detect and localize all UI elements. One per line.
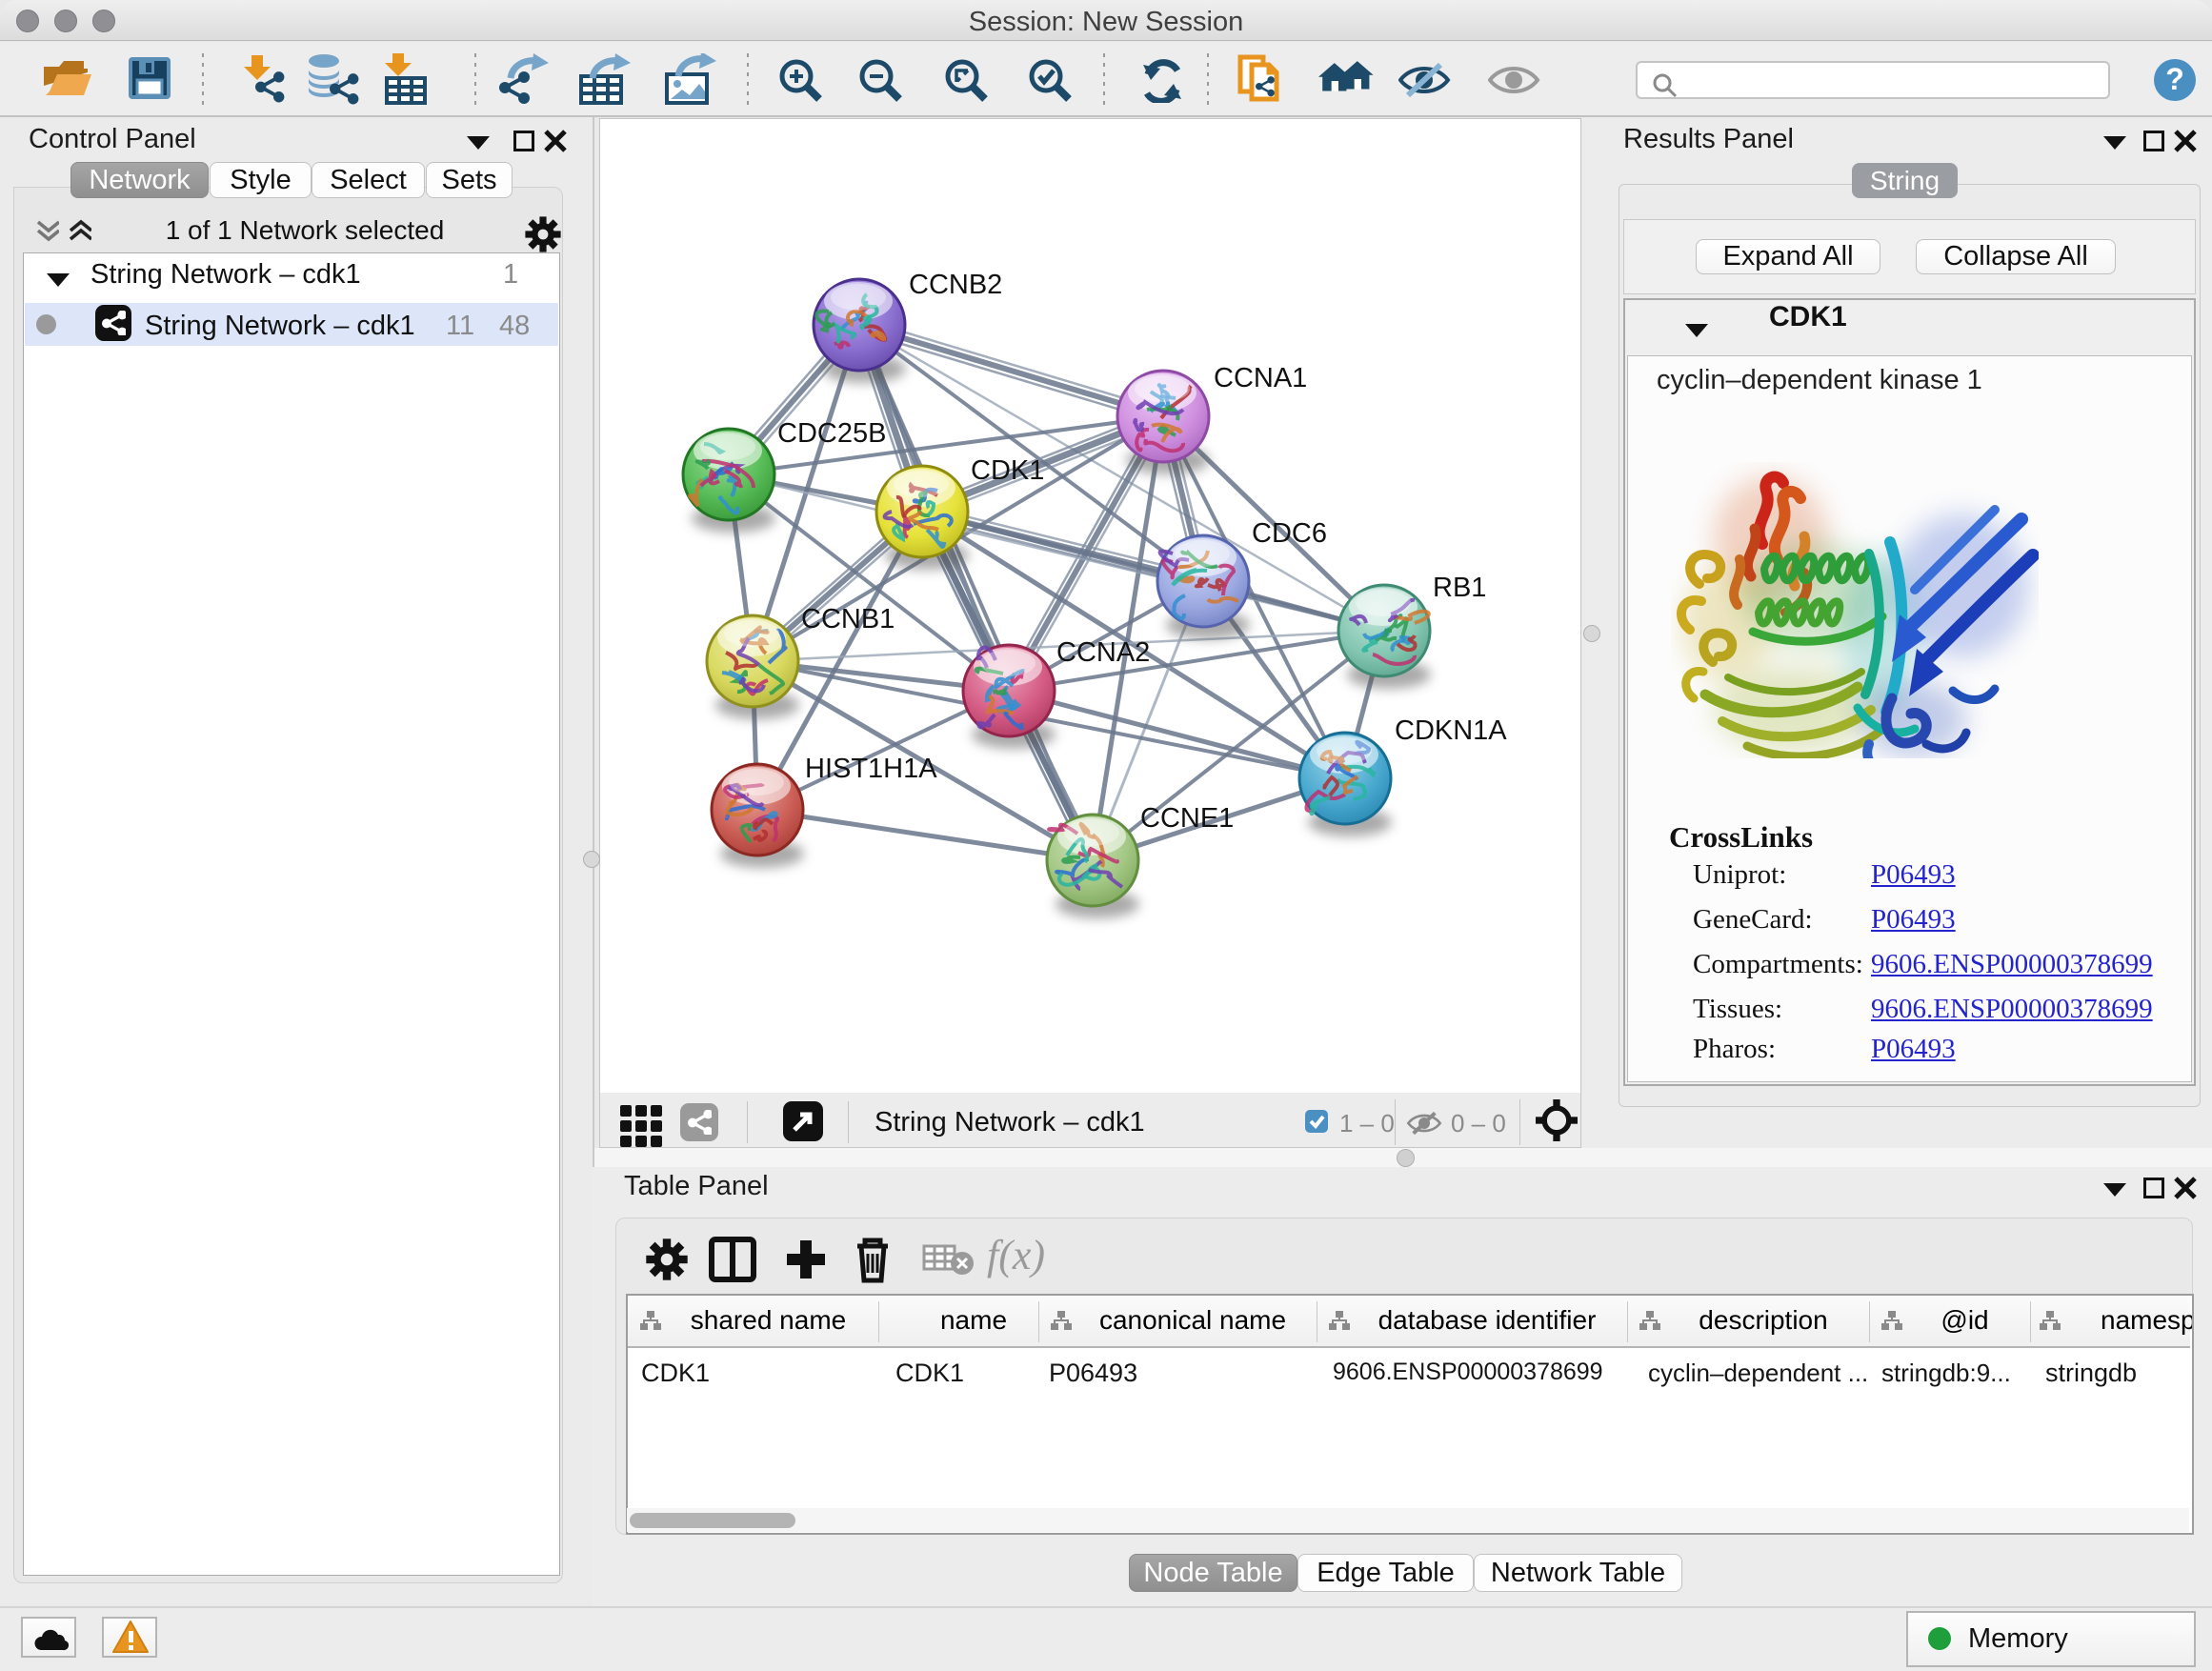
svg-text:CDKN1A: CDKN1A xyxy=(1395,715,1507,746)
svg-text:CCNA2: CCNA2 xyxy=(1056,637,1150,668)
svg-text:CCNB1: CCNB1 xyxy=(801,604,895,634)
svg-text:CCNE1: CCNE1 xyxy=(1140,803,1234,834)
svg-text:CCNA1: CCNA1 xyxy=(1214,363,1307,393)
svg-text:HIST1H1A: HIST1H1A xyxy=(805,754,937,784)
svg-text:CDC25B: CDC25B xyxy=(777,418,886,449)
svg-text:CDC6: CDC6 xyxy=(1252,518,1327,549)
svg-text:CDK1: CDK1 xyxy=(971,455,1044,486)
svg-text:CCNB2: CCNB2 xyxy=(909,270,1002,300)
svg-text:?: ? xyxy=(2165,62,2184,96)
svg-text:RB1: RB1 xyxy=(1433,573,1486,603)
